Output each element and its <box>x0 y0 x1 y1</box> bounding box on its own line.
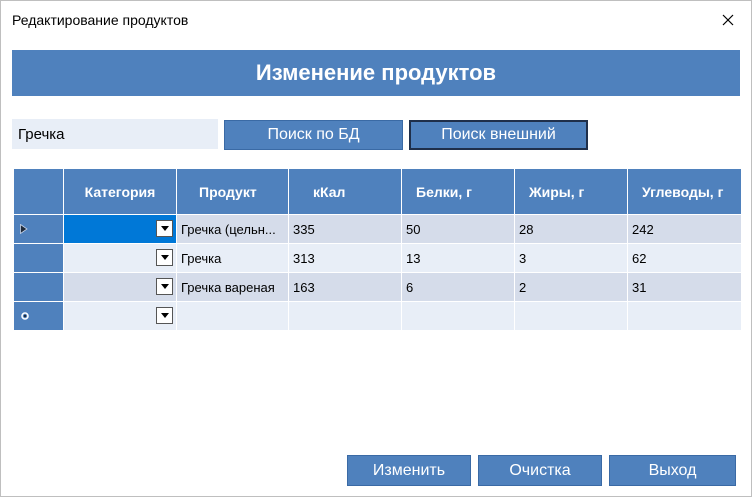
close-icon <box>722 14 734 26</box>
category-dropdown-button[interactable] <box>156 307 173 324</box>
kcal-cell[interactable] <box>288 301 402 331</box>
category-combo-cell[interactable] <box>63 301 177 331</box>
table-row[interactable]: Гречка (цельн... 335 50 28 242 <box>13 214 742 244</box>
category-dropdown-button[interactable] <box>156 249 173 266</box>
column-header-fat[interactable]: Жиры, г <box>514 168 628 215</box>
product-cell[interactable] <box>176 301 289 331</box>
column-header-category[interactable]: Категория <box>63 168 177 215</box>
carbs-cell[interactable] <box>627 301 742 331</box>
row-header[interactable] <box>13 214 64 244</box>
column-header-label: кКал <box>313 183 346 200</box>
kcal-cell[interactable]: 335 <box>288 214 402 244</box>
dropdown-arrow-icon <box>160 226 169 231</box>
search-external-button[interactable]: Поиск внешний <box>409 120 588 150</box>
protein-cell[interactable] <box>401 301 515 331</box>
fat-cell[interactable]: 28 <box>514 214 628 244</box>
current-row-arrow-icon <box>20 224 28 234</box>
carbs-cell[interactable]: 62 <box>627 243 742 273</box>
dropdown-arrow-icon <box>160 255 169 260</box>
product-cell[interactable]: Гречка вареная <box>176 272 289 302</box>
carbs-cell[interactable]: 31 <box>627 272 742 302</box>
row-header[interactable] <box>13 243 64 273</box>
search-input[interactable] <box>12 119 218 149</box>
column-header-product[interactable]: Продукт <box>176 168 289 215</box>
title-bar[interactable]: Редактирование продуктов <box>1 1 751 39</box>
new-row[interactable] <box>13 301 742 331</box>
table-row[interactable]: Гречка 313 13 3 62 <box>13 243 742 273</box>
search-db-button[interactable]: Поиск по БД <box>224 120 403 150</box>
row-header[interactable] <box>13 301 64 331</box>
grid-header-row: Категория Продукт кКал Белки, г Жиры, г … <box>13 168 742 215</box>
column-header-label: Жиры, г <box>529 183 585 200</box>
product-cell[interactable]: Гречка (цельн... <box>176 214 289 244</box>
column-header-protein[interactable]: Белки, г <box>401 168 515 215</box>
dropdown-arrow-icon <box>160 313 169 318</box>
product-cell[interactable]: Гречка <box>176 243 289 273</box>
column-header-carbs[interactable]: Углеводы, г <box>627 168 742 215</box>
products-grid[interactable]: Категория Продукт кКал Белки, г Жиры, г … <box>13 168 742 334</box>
category-combo-cell[interactable] <box>63 243 177 273</box>
row-header-corner[interactable] <box>13 168 64 215</box>
carbs-cell[interactable]: 242 <box>627 214 742 244</box>
close-button[interactable] <box>705 1 751 39</box>
table-row[interactable]: Гречка вареная 163 6 2 31 <box>13 272 742 302</box>
protein-cell[interactable]: 50 <box>401 214 515 244</box>
protein-cell[interactable]: 13 <box>401 243 515 273</box>
kcal-cell[interactable]: 313 <box>288 243 402 273</box>
category-combo-cell[interactable] <box>63 214 177 244</box>
column-header-label: Категория <box>84 183 156 200</box>
category-dropdown-button[interactable] <box>156 220 173 237</box>
fat-cell[interactable] <box>514 301 628 331</box>
category-combo-cell[interactable] <box>63 272 177 302</box>
fat-cell[interactable]: 2 <box>514 272 628 302</box>
fat-cell[interactable]: 3 <box>514 243 628 273</box>
clear-button[interactable]: Очистка <box>478 455 602 486</box>
dropdown-arrow-icon <box>160 284 169 289</box>
new-row-icon <box>21 312 29 320</box>
column-header-label: Углеводы, г <box>642 183 724 200</box>
column-header-label: Продукт <box>199 183 257 200</box>
protein-cell[interactable]: 6 <box>401 272 515 302</box>
window-title: Редактирование продуктов <box>12 12 189 28</box>
header-banner: Изменение продуктов <box>12 50 740 96</box>
category-dropdown-button[interactable] <box>156 278 173 295</box>
column-header-label: Белки, г <box>416 183 472 200</box>
product-edit-window: Редактирование продуктов Изменение проду… <box>0 0 752 497</box>
row-header[interactable] <box>13 272 64 302</box>
edit-button[interactable]: Изменить <box>347 455 471 486</box>
page-title: Изменение продуктов <box>255 60 497 85</box>
kcal-cell[interactable]: 163 <box>288 272 402 302</box>
exit-button[interactable]: Выход <box>609 455 736 486</box>
column-header-kcal[interactable]: кКал <box>288 168 402 215</box>
